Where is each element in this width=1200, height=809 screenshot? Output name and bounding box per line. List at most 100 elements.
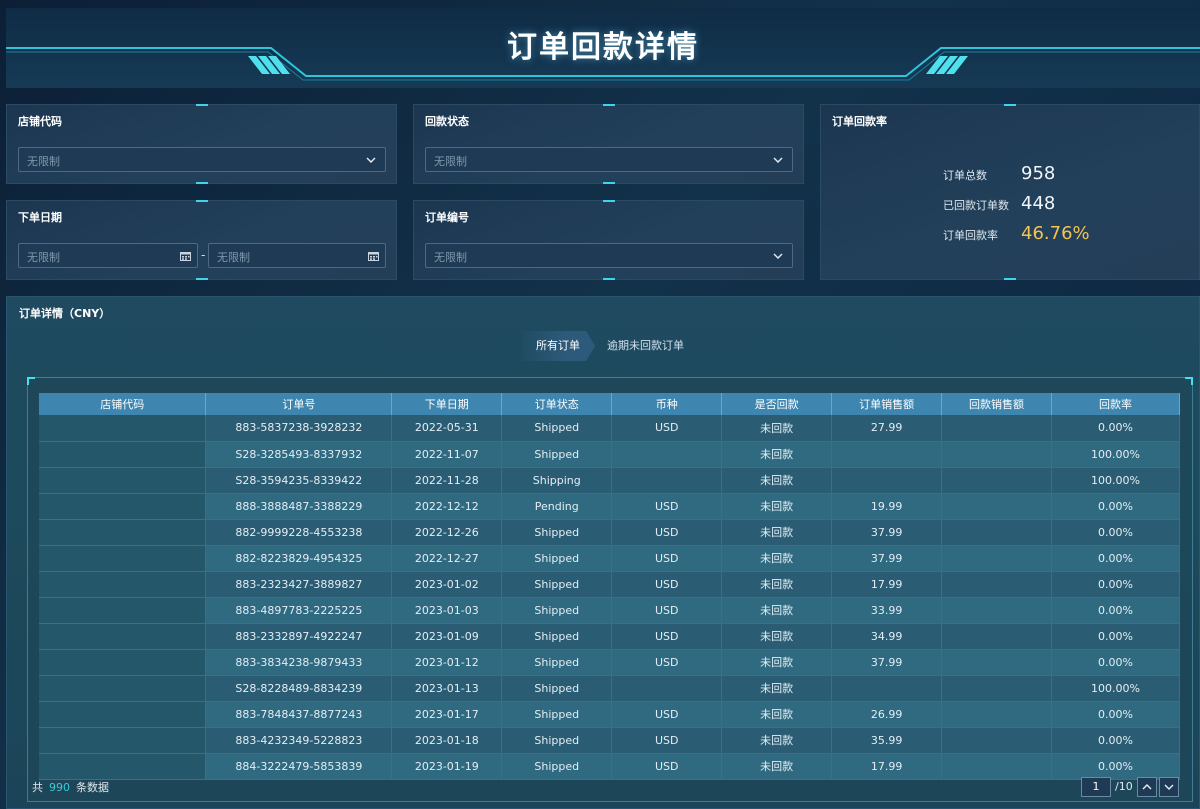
paid-flag-cell: 未回款 bbox=[721, 467, 833, 494]
column-header[interactable]: 是否回款 bbox=[721, 393, 833, 415]
paid-flag-cell: 未回款 bbox=[721, 571, 833, 598]
table-row[interactable]: 888-3888487-3388229 2022-12-12 Pending USD 未… bbox=[39, 493, 1180, 520]
store-code-select[interactable]: 无限制 bbox=[18, 147, 386, 172]
order-no-cell: 882-8223829-4954325 bbox=[205, 545, 393, 572]
order-date-cell: 2022-05-31 bbox=[391, 415, 503, 442]
store-code-placeholder: 无限制 bbox=[27, 155, 60, 168]
paid-sales-cell bbox=[941, 545, 1052, 572]
paid-sales-cell bbox=[941, 467, 1052, 494]
table-row[interactable]: S28-8228489-8834239 2023-01-13 Shipped 未回款 1… bbox=[39, 675, 1180, 702]
order-table-frame: 店铺代码 订单号 下单日期 订单状态 币种 是否回款 订单销售额 回款销售额 回… bbox=[27, 377, 1193, 802]
table-row[interactable]: 883-2332897-4922247 2023-01-09 Shipped USD 未… bbox=[39, 623, 1180, 650]
paid-flag-cell: 未回款 bbox=[721, 597, 833, 624]
tab-overdue-orders[interactable]: 逾期未回款订单 bbox=[607, 331, 707, 361]
chevron-down-icon bbox=[366, 157, 376, 163]
order-no-cell: 883-4897783-2225225 bbox=[205, 597, 393, 624]
table-row[interactable]: S28-3594235-8339422 2022-11-28 Shipping 未回款… bbox=[39, 467, 1180, 494]
page-total: /10 bbox=[1115, 780, 1133, 793]
paid-flag-cell: 未回款 bbox=[721, 649, 833, 676]
total-orders-stat: 订单总数 958 bbox=[943, 163, 1055, 184]
column-header[interactable]: 订单状态 bbox=[501, 393, 613, 415]
order-no-cell: 883-2332897-4922247 bbox=[205, 623, 393, 650]
order-date-label: 下单日期 bbox=[18, 211, 62, 224]
paid-flag-cell: 未回款 bbox=[721, 675, 833, 702]
order-sales-cell: 26.99 bbox=[831, 701, 943, 728]
order-no-placeholder: 无限制 bbox=[434, 251, 467, 264]
order-no-select[interactable]: 无限制 bbox=[425, 243, 793, 268]
store-code-panel: 店铺代码 无限制 bbox=[6, 104, 397, 184]
next-page-button[interactable] bbox=[1159, 777, 1179, 797]
order-status-cell: Shipped bbox=[501, 571, 613, 598]
order-status-cell: Shipped bbox=[501, 649, 613, 676]
payment-rate-cell: 0.00% bbox=[1051, 649, 1180, 676]
currency-cell: USD bbox=[611, 493, 723, 520]
order-sales-cell bbox=[831, 675, 943, 702]
start-date-placeholder: 无限制 bbox=[27, 251, 60, 264]
paid-flag-cell: 未回款 bbox=[721, 545, 833, 572]
order-date-panel: 下单日期 无限制 - 无限制 bbox=[6, 200, 397, 280]
payment-rate-cell: 0.00% bbox=[1051, 415, 1180, 442]
column-header[interactable]: 订单销售额 bbox=[831, 393, 943, 415]
order-no-label: 订单编号 bbox=[425, 211, 469, 224]
page-number-input[interactable]: 1 bbox=[1081, 777, 1111, 797]
paid-sales-cell bbox=[941, 493, 1052, 520]
table-row[interactable]: 883-4897783-2225225 2023-01-03 Shipped USD 未… bbox=[39, 597, 1180, 624]
payment-status-select[interactable]: 无限制 bbox=[425, 147, 793, 172]
end-date-input[interactable]: 无限制 bbox=[208, 243, 386, 268]
order-no-cell: 882-9999228-4553238 bbox=[205, 519, 393, 546]
order-status-cell: Shipped bbox=[501, 727, 613, 754]
currency-cell bbox=[611, 675, 723, 702]
payment-rate-cell: 0.00% bbox=[1051, 753, 1180, 780]
order-sales-cell: 35.99 bbox=[831, 727, 943, 754]
order-sales-cell: 37.99 bbox=[831, 545, 943, 572]
payment-rate-cell: 0.00% bbox=[1051, 597, 1180, 624]
order-detail-title: 订单详情（CNY） bbox=[19, 307, 111, 320]
table-header-row: 店铺代码 订单号 下单日期 订单状态 币种 是否回款 订单销售额 回款销售额 回… bbox=[39, 393, 1180, 415]
payment-rate-stat: 订单回款率 46.76% bbox=[943, 223, 1090, 244]
prev-page-button[interactable] bbox=[1137, 777, 1157, 797]
currency-cell: USD bbox=[611, 727, 723, 754]
paid-sales-cell bbox=[941, 571, 1052, 598]
table-row[interactable]: 883-4232349-5228823 2023-01-18 Shipped USD 未… bbox=[39, 727, 1180, 754]
calendar-icon bbox=[180, 252, 191, 261]
table-row[interactable]: 883-5837238-3928232 2022-05-31 Shipped USD 未… bbox=[39, 415, 1180, 442]
table-row[interactable]: 883-2323427-3889827 2023-01-02 Shipped USD 未… bbox=[39, 571, 1180, 598]
order-no-panel: 订单编号 无限制 bbox=[413, 200, 804, 280]
order-date-cell: 2023-01-09 bbox=[391, 623, 503, 650]
column-header[interactable]: 回款率 bbox=[1051, 393, 1180, 415]
paid-sales-cell bbox=[941, 753, 1052, 780]
order-sales-cell: 19.99 bbox=[831, 493, 943, 520]
payment-rate-label: 订单回款率 bbox=[943, 229, 998, 242]
table-row[interactable]: 882-9999228-4553238 2022-12-26 Shipped USD 未… bbox=[39, 519, 1180, 546]
order-no-cell: S28-8228489-8834239 bbox=[205, 675, 393, 702]
currency-cell: USD bbox=[611, 571, 723, 598]
table-row[interactable]: 883-3834238-9879433 2023-01-12 Shipped USD 未… bbox=[39, 649, 1180, 676]
column-header[interactable]: 币种 bbox=[611, 393, 723, 415]
start-date-input[interactable]: 无限制 bbox=[18, 243, 198, 268]
store-code-cell bbox=[39, 701, 207, 728]
column-header[interactable]: 订单号 bbox=[205, 393, 393, 415]
date-range-separator: - bbox=[201, 248, 206, 262]
currency-cell bbox=[611, 441, 723, 468]
total-orders-label: 订单总数 bbox=[943, 169, 987, 182]
store-code-cell bbox=[39, 415, 207, 442]
order-date-cell: 2022-11-28 bbox=[391, 467, 503, 494]
payment-rate-cell: 0.00% bbox=[1051, 571, 1180, 598]
table-row[interactable]: 882-8223829-4954325 2022-12-27 Shipped USD 未… bbox=[39, 545, 1180, 572]
paid-orders-value: 448 bbox=[1021, 193, 1056, 214]
chevron-down-icon bbox=[1164, 784, 1174, 790]
column-header[interactable]: 下单日期 bbox=[391, 393, 503, 415]
order-no-cell: 883-5837238-3928232 bbox=[205, 415, 393, 442]
order-no-cell: 883-3834238-9879433 bbox=[205, 649, 393, 676]
store-code-cell bbox=[39, 623, 207, 650]
tab-all-orders[interactable]: 所有订单 bbox=[521, 331, 595, 361]
paid-flag-cell: 未回款 bbox=[721, 727, 833, 754]
table-row[interactable]: 883-7848437-8877243 2023-01-17 Shipped USD 未… bbox=[39, 701, 1180, 728]
table-row[interactable]: S28-3285493-8337932 2022-11-07 Shipped 未回款 1… bbox=[39, 441, 1180, 468]
table-row[interactable]: 884-3222479-5853839 2023-01-19 Shipped USD 未… bbox=[39, 753, 1180, 780]
order-status-cell: Shipped bbox=[501, 597, 613, 624]
column-header[interactable]: 店铺代码 bbox=[39, 393, 207, 415]
order-date-cell: 2023-01-02 bbox=[391, 571, 503, 598]
column-header[interactable]: 回款销售额 bbox=[941, 393, 1052, 415]
paid-sales-cell bbox=[941, 441, 1052, 468]
